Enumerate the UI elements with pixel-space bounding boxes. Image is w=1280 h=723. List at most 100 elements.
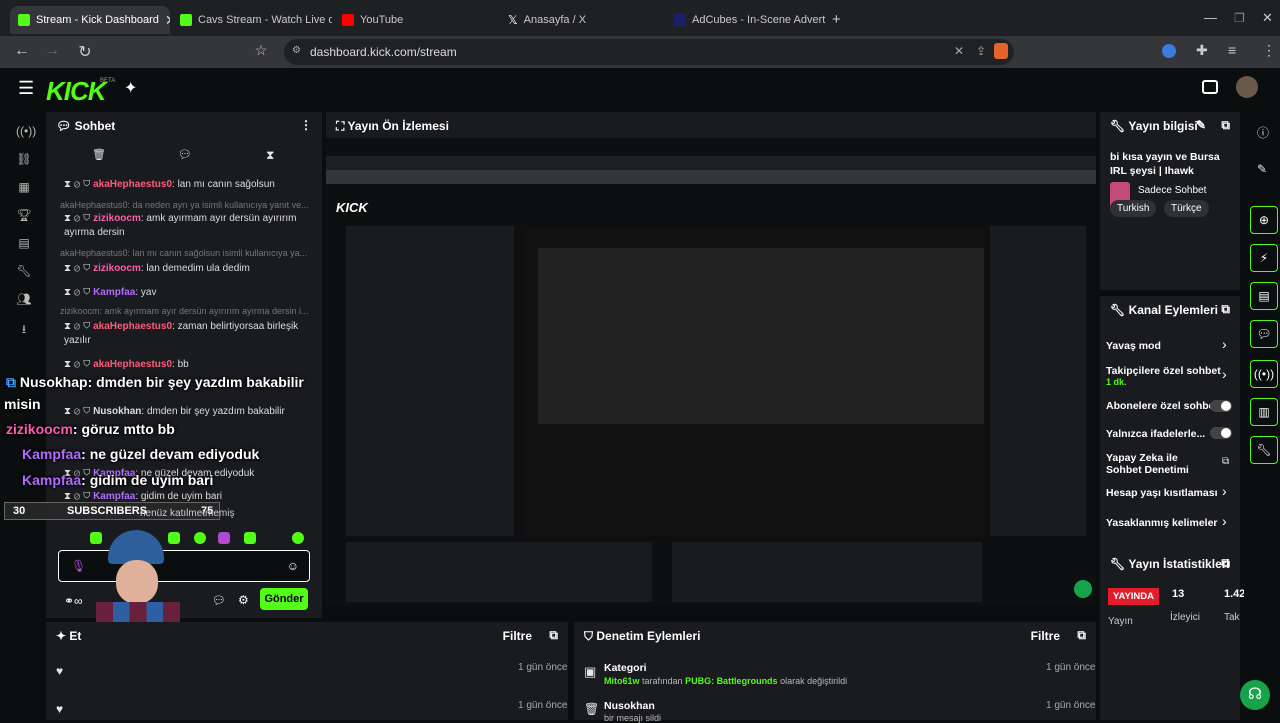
mute-icon[interactable]: ✕	[954, 44, 964, 58]
stream-preview[interactable]: KICK	[326, 138, 1096, 606]
ai-moderation-item[interactable]: Yapay Zeka ile Sohbet Denetimi	[1106, 452, 1216, 476]
emoji-icon[interactable]: ☺	[287, 559, 299, 573]
more-icon[interactable]: ⋮	[300, 118, 312, 132]
hamburger-icon[interactable]: ☰	[18, 78, 34, 99]
banned-words-item[interactable]: Yasaklanmış kelimeler	[1106, 517, 1218, 529]
moderation-title: Denetim Eylemleri	[596, 629, 701, 643]
category-name[interactable]: PUBG: Battlegrounds	[685, 676, 778, 686]
reload-icon[interactable]: ↻	[75, 42, 95, 62]
follower-count: 1.42	[1224, 588, 1246, 600]
overlay-user: Kampfaa	[22, 472, 82, 488]
download-icon[interactable]: ⭳	[16, 320, 32, 341]
chevron-right-icon[interactable]: ›	[1222, 483, 1227, 499]
chat-username[interactable]: akaHephaestus0	[93, 359, 172, 370]
external-link-icon[interactable]: ⧉	[1222, 456, 1229, 467]
emote-icon[interactable]	[194, 532, 206, 544]
popout-icon[interactable]: ⧉	[1221, 556, 1230, 571]
rewards-icon[interactable]: ⚭∞	[64, 594, 83, 608]
mic-icon[interactable]: 🎙︎	[71, 559, 86, 573]
close-icon[interactable]: ✕	[165, 12, 170, 29]
analytics-icon[interactable]: ▦	[16, 180, 32, 194]
rail-chat-icon[interactable]: 💬︎	[1250, 320, 1278, 348]
playlist-icon[interactable]: ≡	[1228, 42, 1236, 58]
extension-icon[interactable]	[1162, 44, 1176, 58]
rail-bolt-icon[interactable]: ⚡︎	[1250, 244, 1278, 272]
moderator-user[interactable]: Mito61w	[604, 676, 640, 686]
bookmark-icon[interactable]: ☆	[251, 42, 271, 59]
rail-doc-icon[interactable]: ▤	[1250, 282, 1278, 310]
events-title: Et	[69, 629, 82, 643]
emote-icon[interactable]	[218, 532, 230, 544]
trash-icon[interactable]: 🗑︎	[92, 148, 106, 161]
popout-icon[interactable]: ⧉	[1221, 118, 1230, 133]
moderation-filter-button[interactable]: Filtre	[1031, 629, 1060, 643]
rail-wrench-icon[interactable]: 🔧︎	[1250, 436, 1278, 464]
stream-tag: Türkçe	[1164, 200, 1209, 217]
chat-mode-icon[interactable]: 💬︎	[178, 148, 192, 161]
support-icon[interactable]: ☊	[1240, 680, 1270, 710]
dashboard-icon[interactable]: ▤	[16, 236, 32, 250]
tab-youtube[interactable]: YouTube	[334, 6, 494, 34]
popout-icon[interactable]: ⧉	[1077, 628, 1086, 643]
chevron-right-icon[interactable]: ›	[1222, 366, 1227, 382]
chat-username[interactable]: zizikoocm	[93, 213, 141, 224]
rail-stack-icon[interactable]: ▥	[1250, 398, 1278, 426]
site-info-icon[interactable]: ⚙	[292, 45, 301, 56]
chat-username[interactable]: Nusokhan	[93, 406, 141, 417]
brave-shield-icon[interactable]	[994, 43, 1008, 59]
followers-only-item[interactable]: Takipçilere özel sohbet	[1106, 365, 1221, 377]
edit-icon[interactable]: ✎	[1257, 162, 1267, 176]
link-icon[interactable]: ⛓	[16, 152, 32, 166]
new-tab-icon[interactable]: +	[832, 11, 841, 28]
broadcast-icon[interactable]: ((•))	[16, 124, 36, 138]
youtube-favicon-icon	[342, 14, 354, 26]
kick-logo[interactable]: KICK	[46, 76, 107, 107]
url-field[interactable]: ⚙ dashboard.kick.com/stream ✕ ⇪	[284, 39, 1014, 65]
rail-target-icon[interactable]: ⊕	[1250, 206, 1278, 234]
gear-icon[interactable]: ⚙	[238, 593, 249, 607]
chat-username[interactable]: zizikoocm	[93, 263, 141, 274]
trophy-icon[interactable]: 🏆︎	[16, 208, 32, 222]
avatar[interactable]	[1236, 76, 1258, 98]
extensions-puzzle-icon[interactable]: ✚	[1196, 42, 1208, 59]
minimize-icon[interactable]: —	[1204, 10, 1217, 25]
window-close-icon[interactable]: ✕	[1262, 10, 1273, 26]
share-icon[interactable]: ⇪	[976, 44, 986, 58]
nested-logo: KICK	[336, 200, 368, 215]
chat-settings-icon[interactable]: 💬︎	[212, 594, 226, 607]
events-filter-button[interactable]: Filtre	[503, 629, 532, 643]
chat-username[interactable]: akaHephaestus0	[93, 321, 172, 332]
chat-username[interactable]: Kampfaa	[93, 287, 135, 298]
chevron-right-icon[interactable]: ›	[1222, 513, 1227, 529]
send-button[interactable]: Gönder	[260, 588, 308, 610]
emote-icon[interactable]	[244, 532, 256, 544]
popout-icon[interactable]: ⧉	[549, 628, 558, 643]
users-icon[interactable]: 👥︎	[16, 292, 32, 306]
overlay-user: Nusokhap	[19, 374, 88, 390]
info-icon[interactable]: ⓘ	[1257, 124, 1269, 141]
rail-broadcast-icon[interactable]: ((•))	[1250, 360, 1278, 388]
edit-icon[interactable]: ✎	[1196, 118, 1206, 132]
slow-mode-item[interactable]: Yavaş mod	[1106, 340, 1161, 352]
emotes-only-toggle[interactable]	[1210, 427, 1232, 439]
tab-x[interactable]: 𝕏 Anasayfa / X	[500, 6, 660, 34]
left-rail: ((•)) ⛓ ▦ 🏆︎ ▤ 🔧︎ 👥︎ ⭳	[0, 112, 46, 720]
forward-icon[interactable]: →	[42, 42, 62, 60]
emote-icon[interactable]	[292, 532, 304, 544]
chat-username[interactable]: akaHephaestus0	[93, 179, 172, 190]
studio-icon[interactable]	[1202, 80, 1218, 94]
tab-cavs-stream[interactable]: Cavs Stream - Watch Live on Kick	[172, 6, 332, 34]
subscribers-only-toggle[interactable]	[1210, 400, 1232, 412]
popout-icon[interactable]: ⧉	[1221, 302, 1230, 317]
wrench-icon[interactable]: 🔧︎	[16, 264, 32, 278]
chevron-right-icon[interactable]: ›	[1222, 336, 1227, 352]
hourglass-icon[interactable]: ⧗	[266, 148, 274, 163]
tab-adcubes[interactable]: AdCubes - In-Scene Advertising Platf	[666, 6, 826, 34]
back-icon[interactable]: ←	[12, 42, 32, 60]
menu-icon[interactable]: ⋮	[1262, 42, 1276, 59]
pin-icon[interactable]: ✦	[124, 78, 137, 98]
tab-kick-dashboard[interactable]: Stream - Kick Dashboard ✕	[10, 6, 170, 34]
restore-icon[interactable]: ❐	[1234, 11, 1245, 25]
account-age-item[interactable]: Hesap yaşı kısıtlaması	[1106, 487, 1218, 499]
chat-username[interactable]: Kampfaa	[93, 491, 135, 502]
